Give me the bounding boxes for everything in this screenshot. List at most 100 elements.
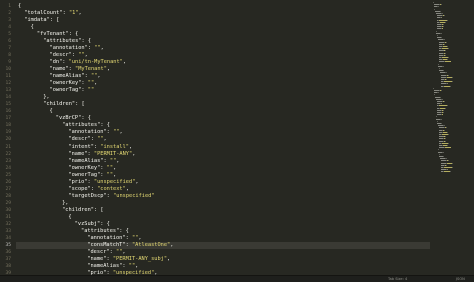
- json-key: "attributes": [62, 122, 101, 129]
- minimap-stroke: [446, 105, 448, 107]
- json-key: "nameAlias": [68, 157, 104, 164]
- minimap-stroke: [443, 39, 445, 41]
- json-string: "context": [97, 185, 126, 192]
- json-key: "fvTenant": [36, 30, 69, 37]
- minimap-stroke: [445, 136, 446, 138]
- json-punctuation: ,: [167, 256, 171, 263]
- minimap-stroke: [443, 15, 445, 17]
- json-punctuation: ,: [135, 178, 139, 185]
- json-punctuation: ,: [94, 80, 98, 87]
- minimap-stroke: [445, 79, 447, 80]
- json-key: "name": [87, 256, 107, 263]
- minimap-stroke: [434, 8, 435, 10]
- json-punctuation: {: [49, 108, 53, 115]
- json-key: "children": [62, 206, 94, 213]
- minimap-stroke: [448, 142, 449, 144]
- code-line[interactable]: "ownerTag": "": [50, 87, 95, 94]
- minimap-stroke: [439, 105, 447, 107]
- minimap-stroke: [442, 26, 444, 28]
- minimap-stroke: [438, 68, 440, 69]
- json-key: "ownerTag": [68, 171, 101, 178]
- json-key: "attributes": [81, 228, 120, 235]
- minimap-stroke: [441, 114, 443, 116]
- json-string: "1": [68, 9, 79, 16]
- minimap-stroke: [440, 32, 442, 34]
- code-line[interactable]: {: [50, 108, 53, 115]
- json-punctuation: : {: [100, 221, 110, 228]
- minimap-stroke: [450, 171, 451, 173]
- json-punctuation: : {: [81, 37, 92, 44]
- json-punctuation: ,: [113, 164, 117, 171]
- minimap-stroke: [447, 74, 449, 76]
- code-line[interactable]: "imdata": [: [24, 17, 59, 24]
- code-line[interactable]: {: [31, 24, 34, 31]
- minimap[interactable]: [430, 0, 474, 275]
- json-string: "unspecified": [93, 178, 136, 185]
- minimap-stroke: [450, 85, 451, 87]
- minimap-stroke: [438, 153, 440, 155]
- minimap-stroke: [441, 4, 442, 6]
- code-line[interactable]: "targetDscp": "unspecified": [68, 193, 154, 200]
- minimap-stroke: [441, 28, 443, 30]
- json-key: "descr": [87, 249, 110, 256]
- code-editor[interactable]: 1 2 3 4 5 6 7 8 9 10 11 12 13 14 15 16 17 18 19 20 21 22 23 24 2…: [0, 0, 474, 276]
- minimap-stroke: [451, 167, 453, 168]
- minimap-stroke: [447, 160, 449, 162]
- json-string: "MyTenant": [75, 65, 107, 72]
- minimap-stroke: [435, 116, 437, 118]
- json-punctuation: ,: [135, 263, 139, 270]
- minimap-stroke: [442, 112, 444, 113]
- minimap-stroke: [442, 156, 445, 157]
- json-punctuation: },: [43, 94, 50, 101]
- json-key: "vzSubj": [74, 221, 101, 228]
- minimap-stroke: [443, 125, 445, 127]
- json-key: "vzBrCP": [55, 115, 82, 122]
- json-key: "name": [68, 150, 88, 157]
- json-punctuation: ,: [119, 129, 123, 136]
- minimap-stroke: [442, 151, 444, 153]
- minimap-stroke: [444, 138, 446, 140]
- json-string: "PERMIT-ANY_subj": [112, 256, 168, 263]
- minimap-stroke: [440, 37, 443, 39]
- minimap-stroke: [437, 149, 439, 151]
- code-line[interactable]: {: [18, 3, 21, 10]
- minimap-stroke: [452, 76, 453, 78]
- json-key: "ownerKey": [49, 80, 82, 87]
- minimap-stroke: [442, 70, 445, 72]
- json-punctuation: ,: [138, 235, 142, 242]
- minimap-stroke: [433, 87, 434, 89]
- minimap-stroke: [447, 46, 448, 47]
- json-string: "uni/tn-MyTenant": [68, 58, 123, 65]
- json-punctuation: ,: [84, 51, 88, 58]
- json-string: "AtleastOne": [131, 242, 171, 249]
- json-key: "imdata": [24, 16, 50, 23]
- json-key: "annotation": [49, 44, 88, 51]
- json-key: "nameAlias": [49, 73, 85, 79]
- code-area[interactable]: {"totalCount": "1", "imdata": [{"fvTenant…: [18, 0, 430, 276]
- minimap-stroke: [445, 127, 447, 129]
- minimap-stroke: [441, 17, 443, 19]
- minimap-stroke: [444, 167, 452, 168]
- minimap-stroke: [441, 13, 443, 14]
- tab-size-indicator[interactable]: Tab Size: 4: [388, 276, 407, 282]
- json-string: "unspecified": [113, 192, 155, 199]
- minimap-stroke: [444, 81, 452, 83]
- json-punctuation: },: [62, 199, 69, 206]
- minimap-stroke: [435, 30, 437, 32]
- minimap-stroke: [444, 107, 446, 109]
- minimap-stroke: [439, 96, 441, 98]
- json-key: "annotation": [68, 129, 107, 136]
- minimap-stroke: [447, 134, 449, 135]
- syntax-indicator[interactable]: JSON: [456, 276, 465, 282]
- json-string: "PERMIT-ANY": [93, 150, 133, 157]
- minimap-stroke: [439, 19, 447, 21]
- code-line[interactable]: {: [68, 214, 71, 221]
- minimap-stroke: [444, 54, 446, 56]
- line-number-gutter: 1 2 3 4 5 6 7 8 9 10 11 12 13 14 15 16 17 18 19 20 21 22 23 24 2…: [0, 0, 16, 276]
- minimap-stroke: [434, 94, 435, 96]
- minimap-stroke: [437, 6, 439, 8]
- minimap-stroke: [440, 123, 443, 124]
- minimap-stroke: [445, 41, 447, 43]
- minimap-stroke: [452, 162, 453, 164]
- minimap-stroke: [443, 129, 445, 131]
